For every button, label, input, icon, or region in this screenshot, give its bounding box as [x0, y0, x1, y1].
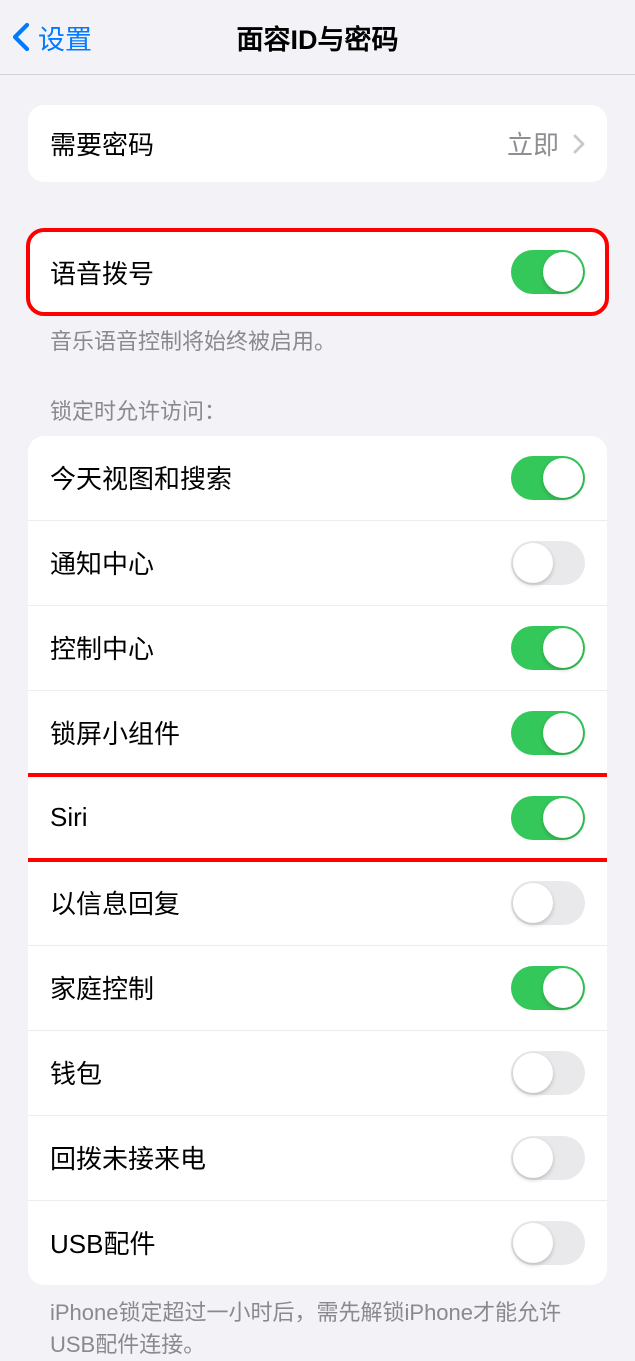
lock-item-toggle[interactable]: [511, 966, 585, 1010]
lock-item-label: 通知中心: [50, 544, 154, 581]
lock-item-label: 锁屏小组件: [50, 714, 180, 751]
voice-dial-card: 语音拨号: [28, 230, 607, 314]
voice-dial-row: 语音拨号: [28, 230, 607, 314]
lock-item-label: 钱包: [50, 1054, 102, 1091]
voice-dial-toggle[interactable]: [511, 250, 585, 294]
lock-item-row: 家庭控制: [28, 945, 607, 1030]
lock-item-toggle[interactable]: [511, 711, 585, 755]
page-title: 面容ID与密码: [237, 18, 399, 57]
lock-item-label: 今天视图和搜索: [50, 459, 232, 496]
chevron-right-icon: [573, 134, 585, 154]
lock-item-row: 回拨未接来电: [28, 1115, 607, 1200]
content-area: 需要密码 立即 语音拨号 音乐语音控制将始终被启用。 锁定时允许访问： 今天视图…: [0, 75, 635, 1361]
lock-access-header: 锁定时允许访问：: [28, 394, 607, 436]
require-passcode-value: 立即: [507, 125, 585, 162]
lock-item-row: 锁屏小组件: [28, 690, 607, 775]
lock-item-toggle[interactable]: [511, 1051, 585, 1095]
chevron-left-icon: [12, 22, 30, 52]
navigation-header: 设置 面容ID与密码: [0, 0, 635, 75]
lock-access-footer: iPhone锁定超过一小时后，需先解锁iPhone才能允许USB配件连接。: [28, 1285, 607, 1361]
require-passcode-row[interactable]: 需要密码 立即: [28, 105, 607, 182]
lock-item-label: 回拨未接来电: [50, 1139, 206, 1176]
lock-item-toggle[interactable]: [511, 796, 585, 840]
lock-item-row: 通知中心: [28, 520, 607, 605]
back-button[interactable]: 设置: [12, 18, 92, 57]
back-label: 设置: [38, 18, 92, 57]
require-passcode-label: 需要密码: [50, 125, 154, 162]
lock-item-row: 钱包: [28, 1030, 607, 1115]
lock-item-toggle[interactable]: [511, 1221, 585, 1265]
lock-item-row: USB配件: [28, 1200, 607, 1285]
lock-item-label: Siri: [50, 802, 88, 833]
lock-item-label: 家庭控制: [50, 969, 154, 1006]
lock-item-toggle[interactable]: [511, 456, 585, 500]
lock-item-label: 控制中心: [50, 629, 154, 666]
lock-item-label: USB配件: [50, 1224, 155, 1261]
lock-item-row: 以信息回复: [28, 860, 607, 945]
voice-dial-footer: 音乐语音控制将始终被启用。: [28, 314, 607, 358]
voice-dial-label: 语音拨号: [50, 254, 154, 291]
lock-item-toggle[interactable]: [511, 541, 585, 585]
lock-item-toggle[interactable]: [511, 881, 585, 925]
lock-item-row: 控制中心: [28, 605, 607, 690]
lock-item-toggle[interactable]: [511, 626, 585, 670]
lock-access-card: 今天视图和搜索通知中心控制中心锁屏小组件 Siri 以信息回复家庭控制钱包回拨未接来…: [28, 436, 607, 1285]
lock-item-label: 以信息回复: [50, 884, 180, 921]
require-passcode-card: 需要密码 立即: [28, 105, 607, 182]
lock-item-toggle[interactable]: [511, 1136, 585, 1180]
lock-item-row: Siri: [28, 775, 607, 860]
lock-item-row: 今天视图和搜索: [28, 436, 607, 520]
